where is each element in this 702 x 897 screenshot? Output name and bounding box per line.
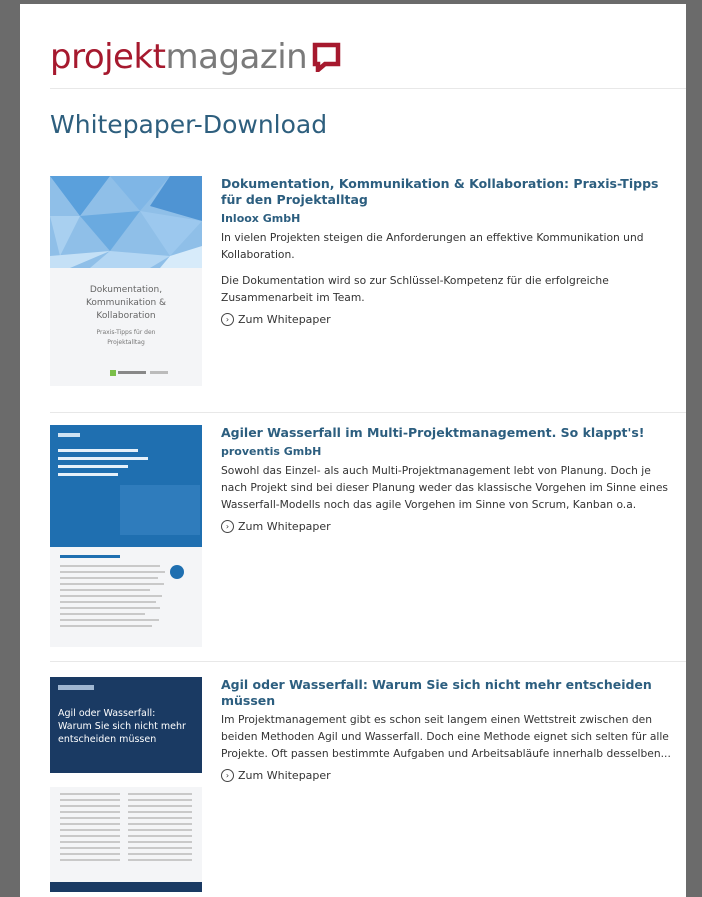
whitepaper-description: Die Dokumentation wird so zur Schlüssel-… — [221, 274, 609, 304]
cover-blue-header — [50, 425, 202, 547]
page-title: Whitepaper-Download — [50, 110, 328, 139]
whitepaper-info-2: Agiler Wasserfall im Multi-Projektmanage… — [221, 425, 673, 533]
whitepaper-info-1: Dokumentation, Kommunikation & Kollabora… — [221, 176, 673, 326]
whitepaper-cover-3[interactable]: Agil oder Wasserfall: Warum Sie sich nic… — [50, 677, 202, 892]
cover-title-line: Warum Sie sich nicht mehr — [58, 721, 186, 732]
whitepaper-entry-1: Dokumentation, Kommunikation & Kollabora… — [50, 176, 680, 391]
whitepaper-description: In vielen Projekten steigen die Anforder… — [221, 231, 644, 261]
whitepaper-company: proventis GmbH — [221, 445, 322, 458]
entry-divider — [50, 661, 686, 662]
cover-subtitle-line: Projektalltag — [107, 339, 145, 346]
cover-polygon-art — [50, 176, 202, 268]
whitepaper-entry-2: Agiler Wasserfall im Multi-Projektmanage… — [50, 425, 680, 650]
whitepaper-info-3: Agil oder Wasserfall: Warum Sie sich nic… — [221, 677, 673, 782]
zum-whitepaper-link[interactable]: › Zum Whitepaper — [221, 313, 673, 326]
logo-text-projekt: projekt — [50, 37, 166, 77]
cover-title-line: Kommunikation & — [85, 298, 167, 308]
circle-arrow-right-icon: › — [221, 520, 234, 533]
zum-whitepaper-label: Zum Whitepaper — [238, 769, 331, 782]
zum-whitepaper-link[interactable]: › Zum Whitepaper — [221, 769, 673, 782]
cover-dot — [170, 565, 184, 579]
whitepaper-title[interactable]: Agiler Wasserfall im Multi-Projektmanage… — [221, 425, 673, 441]
whitepaper-description: Sowohl das Einzel- als auch Multi-Projek… — [221, 464, 668, 511]
page-frame: projekt magazin Whitepaper-Download Dokum… — [20, 4, 686, 897]
logo-text-magazin: magazin — [165, 37, 308, 77]
circle-arrow-right-icon: › — [221, 769, 234, 782]
projektmagazin-logo[interactable]: projekt magazin — [50, 32, 341, 82]
whitepaper-cover-1[interactable]: Dokumentation, Kommunikation & Kollabora… — [50, 176, 202, 386]
cover-subtitle-line: Praxis-Tipps für den — [96, 329, 156, 336]
speech-bubble-icon — [312, 42, 341, 72]
whitepaper-title[interactable]: Agil oder Wasserfall: Warum Sie sich nic… — [221, 677, 673, 709]
entry-divider — [50, 412, 686, 413]
whitepaper-company: Inloox GmbH — [221, 212, 301, 225]
whitepaper-entry-3: Agil oder Wasserfall: Warum Sie sich nic… — [50, 677, 680, 897]
cover-sponsor-logo — [110, 370, 168, 376]
whitepaper-cover-2[interactable] — [50, 425, 202, 647]
circle-arrow-right-icon: › — [221, 313, 234, 326]
cover-title-line: Agil oder Wasserfall: — [58, 708, 156, 719]
zum-whitepaper-label: Zum Whitepaper — [238, 313, 331, 326]
whitepaper-title[interactable]: Dokumentation, Kommunikation & Kollabora… — [221, 176, 673, 208]
cover-title-line: Kollaboration — [96, 311, 156, 321]
zum-whitepaper-label: Zum Whitepaper — [238, 520, 331, 533]
cover-navy-header: Agil oder Wasserfall: Warum Sie sich nic… — [50, 677, 202, 773]
cover-title-line: Dokumentation, — [89, 285, 163, 295]
whitepaper-description: Im Projektmanagement gibt es schon seit … — [221, 713, 671, 760]
header-divider — [50, 88, 686, 89]
zum-whitepaper-link[interactable]: › Zum Whitepaper — [221, 520, 673, 533]
cover-title-line: entscheiden müssen — [58, 734, 157, 745]
